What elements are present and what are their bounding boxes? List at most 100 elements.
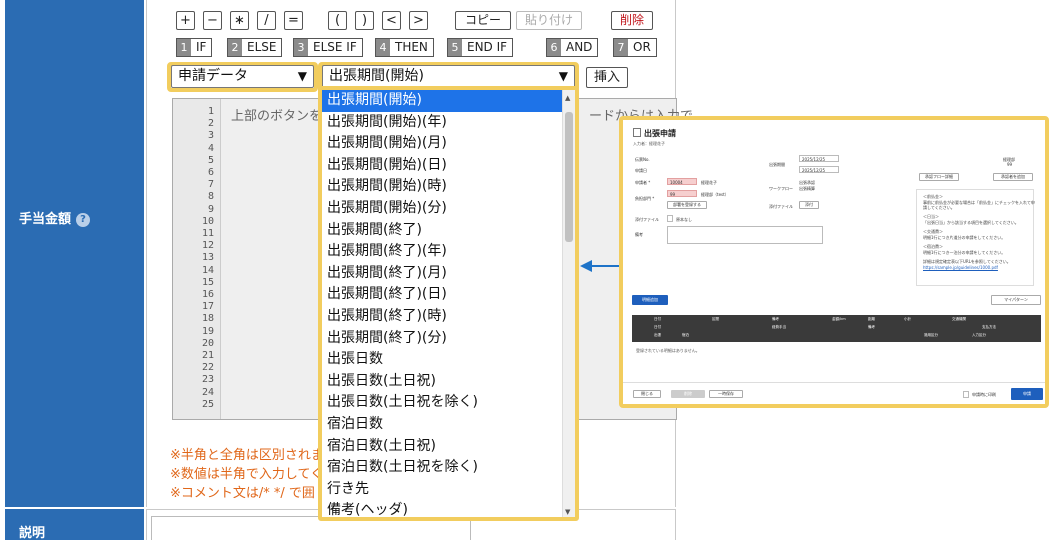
pv-no-paper-checkbox[interactable] [667, 215, 673, 222]
dropdown-option[interactable]: 出張日数(土日祝) [322, 371, 562, 393]
amount-label: 手当金額? [19, 208, 91, 227]
keyword-then-button[interactable]: 4 THEN [375, 38, 434, 57]
field-select[interactable]: 出張期間(開始) ▼ [322, 65, 575, 88]
keyword-label: ELSE [247, 40, 277, 54]
pv-add-detail-button[interactable]: 明細追加 [632, 295, 668, 305]
op-open-paren-button[interactable]: ( [328, 11, 347, 30]
line-number: 17 [201, 301, 214, 313]
line-number: 18 [201, 313, 214, 325]
pv-notes-field[interactable] [667, 226, 823, 244]
copy-button[interactable]: コピー [455, 11, 511, 30]
pv-date-start[interactable]: 2025/12/25 [799, 155, 839, 162]
dropdown-option[interactable]: 出張期間(開始)(年) [322, 112, 562, 134]
line-number: 16 [201, 289, 214, 300]
scroll-up-icon[interactable]: ▲ [565, 94, 570, 102]
keyword-or-button[interactable]: 7 OR [613, 38, 657, 57]
pv-note-line: 詳細は規定確定表以下URLを参照してください。 [923, 259, 1011, 264]
scroll-down-icon[interactable]: ▼ [565, 508, 570, 516]
scrollbar-thumb[interactable] [565, 112, 573, 242]
pv-delete-button[interactable]: 削除 [671, 390, 705, 398]
pv-note-line: 明細1行につき片道分の申請をしてください。 [923, 235, 1006, 240]
line-number: 9 [207, 203, 214, 215]
dropdown-option[interactable]: 行き先 [322, 479, 562, 501]
amount-label-text: 手当金額 [19, 212, 72, 227]
pv-print-checkbox[interactable] [963, 391, 969, 398]
source-select-value: 申請データ [178, 68, 248, 84]
pv-th: 適用区分 [924, 333, 938, 337]
op-equals-button[interactable]: = [284, 11, 303, 30]
line-number-gutter: 1 2 3 4 5 6 7 8 9 10 11 12 13 14 15 16 17 18 19 20 21 22 23 24 2… [173, 99, 221, 419]
dropdown-option[interactable]: 出張期間(終了)(年) [322, 241, 562, 263]
dropdown-option[interactable]: 宿泊日数(土日祝を除く) [322, 457, 562, 479]
help-icon[interactable]: ? [76, 212, 91, 227]
document-icon [633, 128, 641, 137]
keyword-else-button[interactable]: 2 ELSE [227, 38, 283, 57]
line-number: 3 [207, 130, 214, 142]
dropdown-option[interactable]: 備考(ヘッダ) [322, 500, 562, 517]
keyword-number: 2 [228, 39, 242, 56]
field-select-value: 出張期間(開始) [329, 68, 424, 84]
keyword-label: IF [196, 40, 207, 54]
line-number: 15 [201, 276, 214, 288]
pv-my-pattern-button[interactable]: マイパターン [991, 295, 1041, 305]
pv-dept-code[interactable]: 99 [667, 190, 697, 197]
keyword-end-if-button[interactable]: 5 END IF [447, 38, 514, 57]
op-greater-than-button[interactable]: > [409, 11, 428, 30]
op-less-than-button[interactable]: < [382, 11, 401, 30]
source-select[interactable]: 申請データ ▼ [171, 65, 314, 88]
keyword-and-button[interactable]: 6 AND [546, 38, 599, 57]
op-close-paren-button[interactable]: ) [355, 11, 374, 30]
dropdown-option[interactable]: 出張期間(終了)(月) [322, 263, 562, 285]
delete-button[interactable]: 削除 [611, 11, 653, 30]
keyword-number: 1 [177, 39, 191, 56]
insert-button[interactable]: 挿入 [586, 67, 628, 88]
dropdown-option[interactable]: 出張日数(土日祝を除く) [322, 392, 562, 414]
dropdown-option[interactable]: 宿泊日数 [322, 414, 562, 436]
op-multiply-button[interactable]: ∗ [230, 11, 249, 30]
dropdown-option[interactable]: 出張期間(終了)(分) [322, 328, 562, 350]
keyword-if-button[interactable]: 1 IF [176, 38, 213, 57]
amount-label-cell: 手当金額? [5, 0, 144, 507]
pv-flow-detail-button[interactable]: 承認フロー詳細 [919, 173, 959, 181]
field-dropdown-list: 出張期間(開始) 出張期間(開始)(年) 出張期間(開始)(月) 出張期間(開始)(日… [322, 90, 562, 517]
op-divide-button[interactable]: / [257, 11, 276, 30]
pv-attach-label: 添付ファイル [769, 204, 793, 209]
line-number: 20 [201, 337, 214, 349]
op-plus-button[interactable]: + [176, 11, 195, 30]
keyword-else-if-button[interactable]: 3 ELSE IF [293, 38, 363, 57]
pv-label-attach: 添付ファイル [635, 217, 659, 222]
pv-note-box: ＜前払金＞ 事前に前払金が必要な場合は「前払金」にチェックを入れて申 請してくだ… [916, 189, 1035, 286]
op-minus-button[interactable]: − [203, 11, 222, 30]
pv-th: 備考 [772, 317, 779, 321]
pv-attach-button[interactable]: 添付 [799, 201, 819, 209]
pv-note-link[interactable]: https://sample.jp/guidelines/1000.pdf [923, 265, 998, 270]
dropdown-option[interactable]: 出張日数 [322, 349, 562, 371]
dropdown-option[interactable]: 宿泊日数(土日祝) [322, 436, 562, 458]
keyword-label: AND [566, 40, 593, 54]
pv-date-end[interactable]: 2025/12/25 [799, 166, 839, 173]
pv-temp-save-button[interactable]: 一時保存 [709, 390, 743, 398]
pv-note-line: ＜宿泊費＞ [923, 244, 943, 249]
dropdown-option[interactable]: 出張期間(開始)(時) [322, 176, 562, 198]
pv-add-approver-button[interactable]: 承認者を追加 [993, 173, 1033, 181]
pv-th: 小計 [904, 317, 911, 321]
dropdown-option[interactable]: 出張期間(終了) [322, 220, 562, 242]
pv-submit-button[interactable]: 申請 [1011, 388, 1043, 400]
application-form-preview: 出張申請 入力者：経理花子 伝票No. 申請日 申請者 * 10004 経理花子… [619, 116, 1049, 408]
pv-dept-register-button[interactable]: 部署を登録する [667, 201, 707, 209]
dropdown-option[interactable]: 出張期間(開始)(月) [322, 133, 562, 155]
dropdown-scrollbar[interactable]: ▲ ▼ [562, 90, 575, 517]
line-number: 21 [201, 350, 214, 361]
pv-date-start-text: 2025/12/25 [802, 157, 826, 162]
line-number: 8 [207, 191, 214, 203]
pv-th: 経費手当 [772, 325, 786, 329]
paste-button[interactable]: 貼り付け [516, 11, 582, 30]
dropdown-option[interactable]: 出張期間(開始)(日) [322, 155, 562, 177]
dropdown-option[interactable]: 出張期間(開始)(分) [322, 198, 562, 220]
dropdown-option[interactable]: 出張期間(開始) [322, 90, 562, 112]
pv-close-button[interactable]: 閉じる [633, 390, 661, 398]
dropdown-option[interactable]: 出張期間(終了)(日) [322, 284, 562, 306]
dropdown-option[interactable]: 出張期間(終了)(時) [322, 306, 562, 328]
pv-applicant-code[interactable]: 10004 [667, 178, 697, 185]
keyword-number: 4 [376, 39, 390, 56]
